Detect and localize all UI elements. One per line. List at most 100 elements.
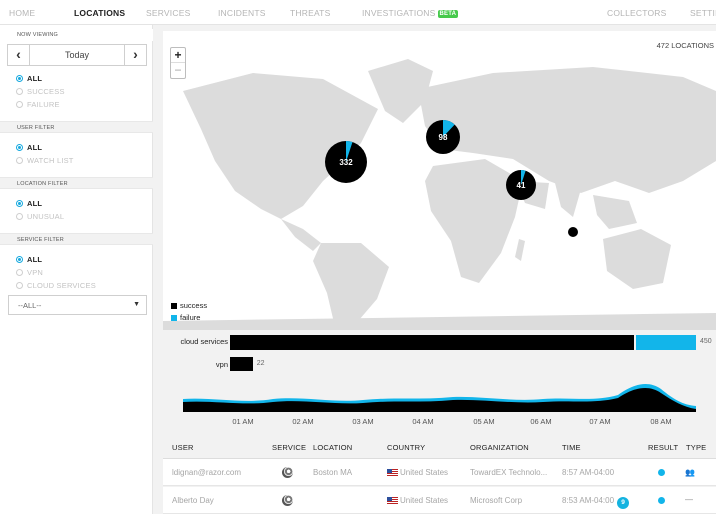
nav-threats[interactable]: THREATS: [290, 8, 330, 18]
cell-user: ldignan@razor.com: [172, 468, 242, 477]
radio-dot: [16, 101, 23, 108]
radio-dot: [16, 88, 23, 95]
service-bar-vpn[interactable]: [230, 357, 253, 371]
cell-user: Alberto Day: [172, 496, 214, 505]
zoom-out-button[interactable]: −: [171, 63, 185, 78]
chevron-right-icon[interactable]: ›: [124, 45, 146, 65]
radio-label: FAILURE: [27, 100, 60, 109]
activity-timeline[interactable]: 01 AM 02 AM 03 AM 04 AM 05 AM 06 AM 07 A…: [163, 375, 716, 432]
zoom-in-button[interactable]: +: [171, 48, 185, 63]
timeline-tick-label: 02 AM: [292, 417, 314, 426]
radio-label: UNUSUAL: [27, 212, 65, 221]
location-cluster[interactable]: 98: [426, 120, 460, 154]
cell-country: United States: [387, 468, 448, 477]
map-legend: success failure: [171, 301, 207, 325]
result-success-dot: [658, 497, 665, 504]
col-time[interactable]: TIME: [562, 443, 581, 452]
user-filter-heading: USER FILTER: [0, 121, 153, 133]
service-bar-value: 22: [256, 360, 265, 367]
cell-country-label: United States: [400, 468, 449, 477]
col-user[interactable]: USER: [172, 443, 194, 452]
service-filter-heading: SERVICE FILTER: [0, 233, 153, 245]
service-bar-label: cloud services: [180, 337, 228, 346]
sidebar: NOW VIEWING ‹ Today › ALL SUCCESS FAILUR…: [0, 25, 153, 514]
service-select[interactable]: --ALL-- ▼: [8, 295, 147, 315]
world-map[interactable]: 332 98 41 + − 472 LOCATIONS success failur…: [163, 31, 716, 330]
service-bar-failure: [635, 335, 696, 350]
nav-investigations-label: INVESTIGATIONS: [362, 8, 436, 18]
radio-label: ALL: [27, 74, 43, 83]
count-badge[interactable]: 9: [617, 497, 630, 509]
service-bar-cloud-services[interactable]: [230, 335, 696, 350]
vpn-service-icon: [282, 495, 293, 506]
cell-location: Boston MA: [313, 468, 353, 477]
radio-dot: [16, 256, 23, 263]
timeline-tick-label: 07 AM: [589, 417, 611, 426]
table-header: USER SERVICE LOCATION COUNTRY ORGANIZATI…: [163, 432, 716, 459]
radio-dot: [16, 282, 23, 289]
nav-incidents[interactable]: INCIDENTS: [218, 8, 266, 18]
radio-dot: [16, 157, 23, 164]
cluster-layer: 332 98 41: [325, 120, 578, 237]
col-service[interactable]: SERVICE: [272, 443, 306, 452]
col-result[interactable]: RESULT: [648, 443, 678, 452]
location-count: 472 LOCATIONS: [656, 41, 714, 50]
timeline-tick-label: 05 AM: [473, 417, 495, 426]
timeline-tick-label: 08 AM: [650, 417, 672, 426]
location-cluster[interactable]: [568, 227, 578, 237]
service-select-value: --ALL--: [18, 301, 42, 310]
col-location[interactable]: LOCATION: [313, 443, 352, 452]
service-bars: cloud services 450 vpn 22: [163, 330, 716, 375]
service-bar-value: 450: [700, 338, 712, 345]
dash-icon: —: [685, 495, 693, 504]
result-success-dot: [658, 469, 665, 476]
radio-dot: [16, 144, 23, 151]
col-organization[interactable]: ORGANIZATION: [470, 443, 529, 452]
timeline-tick-label: 06 AM: [530, 417, 552, 426]
cell-country: United States: [387, 496, 448, 505]
col-country[interactable]: COUNTRY: [387, 443, 425, 452]
app: HOME LOCATIONS SERVICES INCIDENTS THREAT…: [0, 0, 716, 514]
radio-label: ALL: [27, 255, 43, 264]
nav-home[interactable]: HOME: [9, 8, 35, 18]
zoom-control: + −: [170, 47, 186, 79]
radio-label: SUCCESS: [27, 87, 65, 96]
legend-item-failure: failure: [171, 313, 207, 325]
legend-label: failure: [180, 313, 201, 322]
cluster-success-slice: [568, 227, 578, 237]
cell-organization: TowardEX Technolo...: [470, 468, 548, 477]
legend-label: success: [180, 301, 208, 310]
beta-badge: BETA: [437, 10, 459, 18]
radio-dot: [16, 75, 23, 82]
timeline-tick-label: 04 AM: [412, 417, 434, 426]
service-bar-success: [230, 357, 253, 371]
location-cluster[interactable]: 41: [506, 170, 536, 200]
nav-locations[interactable]: LOCATIONS: [74, 8, 125, 18]
timeline-tick-label: 03 AM: [352, 417, 374, 426]
legend-swatch: [171, 315, 177, 321]
events-table: USER SERVICE LOCATION COUNTRY ORGANIZATI…: [163, 432, 716, 514]
radio-label: WATCH LIST: [27, 156, 74, 165]
location-filter-heading: LOCATION FILTER: [0, 177, 153, 189]
date-label: Today: [64, 50, 90, 60]
chevron-left-icon[interactable]: ‹: [8, 45, 30, 65]
radio-dot: [16, 200, 23, 207]
nav-services[interactable]: SERVICES: [146, 8, 190, 18]
table-row[interactable]: Alberto Day United States Microsoft Corp…: [163, 487, 716, 514]
table-row[interactable]: ldignan@razor.com Boston MA United State…: [163, 459, 716, 486]
service-bar-success: [230, 335, 634, 350]
now-viewing-heading: NOW VIEWING: [0, 29, 153, 41]
nav-investigations[interactable]: INVESTIGATIONS BETA: [362, 8, 459, 18]
us-flag-icon: [387, 497, 398, 504]
radio-label: ALL: [27, 143, 43, 152]
date-navigator: ‹ Today ›: [7, 44, 147, 66]
top-nav: HOME LOCATIONS SERVICES INCIDENTS THREAT…: [0, 0, 716, 25]
nav-collectors[interactable]: COLLECTORS: [607, 8, 666, 18]
radio-label: VPN: [27, 268, 44, 277]
col-type[interactable]: TYPE: [686, 443, 706, 452]
cluster-count-label: 332: [339, 158, 353, 167]
timeline-svg: [183, 384, 696, 412]
radio-label: ALL: [27, 199, 43, 208]
location-cluster[interactable]: 332: [325, 141, 367, 183]
nav-settings[interactable]: SETTIN: [690, 8, 716, 18]
